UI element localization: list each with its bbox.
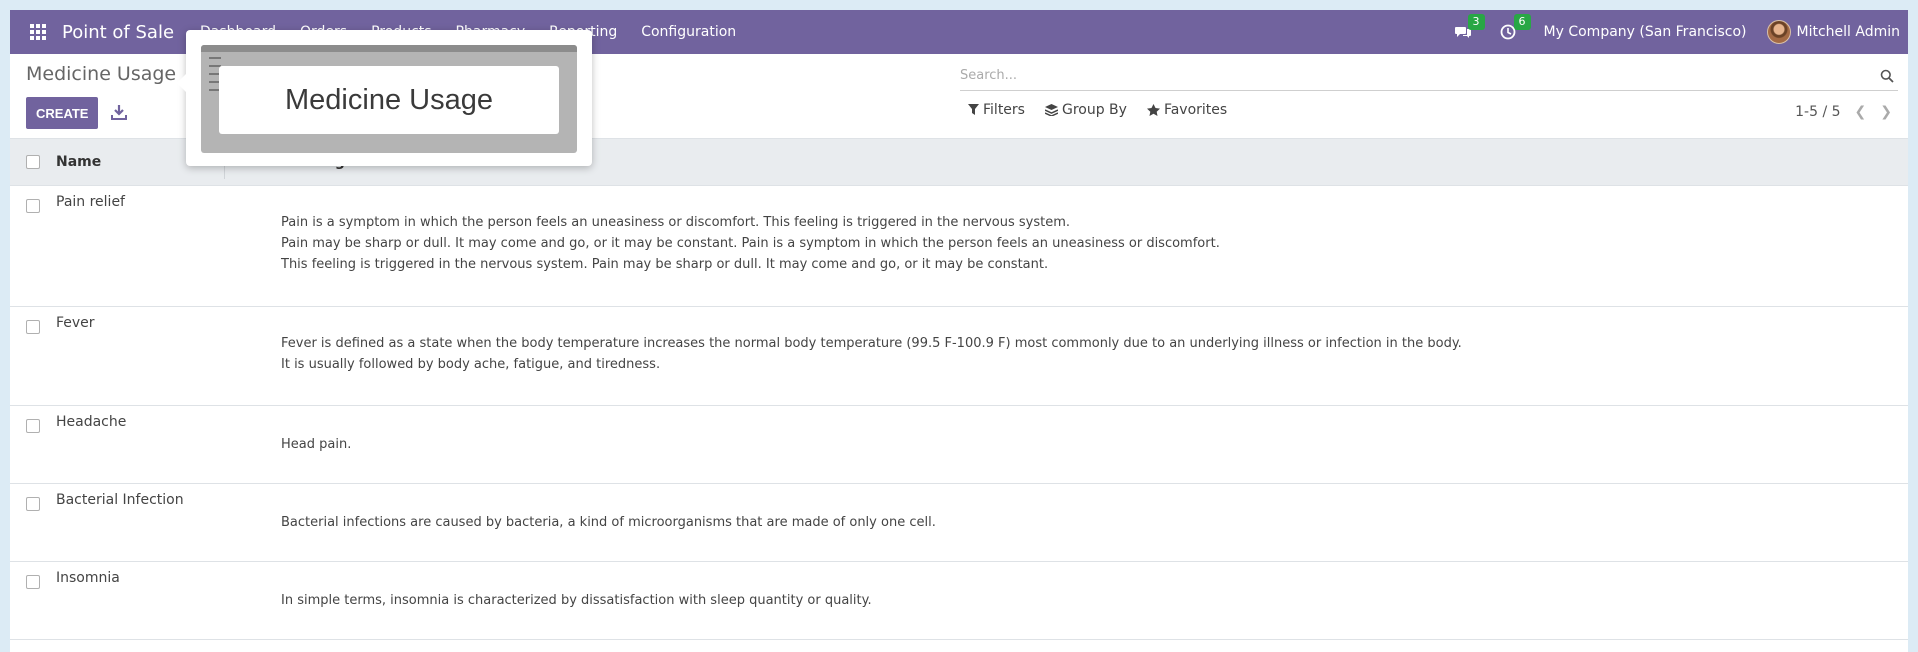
search-icon <box>1880 69 1894 83</box>
row-checkbox[interactable] <box>26 320 40 334</box>
preview-thumbnail[interactable]: Medicine Usage <box>201 45 577 153</box>
table-row[interactable]: Insomnia In simple terms, insomnia is ch… <box>10 562 1908 640</box>
create-button[interactable]: CREATE <box>26 97 99 129</box>
activities-count-badge: 6 <box>1513 14 1531 30</box>
row-name: Insomnia <box>56 570 120 586</box>
activities-button[interactable]: 6 <box>1500 14 1531 40</box>
row-name: Bacterial Infection <box>56 492 184 508</box>
grid-icon <box>30 24 46 40</box>
group-by-label: Group By <box>1061 102 1127 118</box>
avatar <box>1766 20 1791 44</box>
company-switcher[interactable]: My Company (San Francisco) <box>1544 24 1747 40</box>
filter-icon <box>968 104 979 115</box>
download-icon[interactable] <box>110 103 128 121</box>
table-row[interactable]: Bacterial Infection Bacterial infections… <box>10 484 1908 562</box>
usage-line: Bacterial infections are caused by bacte… <box>281 515 936 530</box>
search-input[interactable] <box>960 68 1876 83</box>
row-usage: Fever is defined as a state when the bod… <box>281 333 1462 375</box>
group-by-dropdown[interactable]: Group By <box>1044 102 1127 118</box>
star-icon <box>1146 104 1160 116</box>
row-usage: Head pain. <box>281 434 351 455</box>
usage-line: Pain is a symptom in which the person fe… <box>281 215 1071 230</box>
usage-line: Pain may be sharp or dull. It may come a… <box>281 236 1220 251</box>
user-name: Mitchell Admin <box>1796 24 1901 40</box>
preview-label: Medicine Usage <box>219 66 559 134</box>
search-options: Filters Group By Favorites <box>968 102 1247 118</box>
search-button[interactable] <box>1876 65 1898 87</box>
messages-count-badge: 3 <box>1467 14 1485 30</box>
usage-line: This feeling is triggered in the nervous… <box>281 257 1049 272</box>
usage-line: In simple terms, insomnia is characteriz… <box>281 593 872 608</box>
row-name: Headache <box>56 414 127 430</box>
systray: 3 6 My Company (San Francisco) Mitchell … <box>1454 10 1908 54</box>
row-usage: Bacterial infections are caused by bacte… <box>281 512 936 533</box>
row-name: Pain relief <box>56 194 125 210</box>
search-bar <box>960 61 1898 91</box>
list-table: Name Medicine Usage Pain relief Pain is … <box>10 138 1908 640</box>
filters-dropdown[interactable]: Filters <box>968 102 1025 118</box>
apps-menu-button[interactable] <box>20 10 56 54</box>
pager: 1-5 / 5 ❮ ❯ <box>1795 104 1892 120</box>
row-checkbox[interactable] <box>26 575 40 589</box>
row-checkbox[interactable] <box>26 199 40 213</box>
usage-line: Fever is defined as a state when the bod… <box>281 336 1462 351</box>
row-usage: In simple terms, insomnia is characteriz… <box>281 590 872 611</box>
messages-button[interactable]: 3 <box>1454 14 1485 40</box>
favorites-label: Favorites <box>1163 102 1228 118</box>
breadcrumb-title: Medicine Usage <box>26 63 177 85</box>
table-row[interactable]: Headache Head pain. <box>10 406 1908 484</box>
pager-previous-button[interactable]: ❮ <box>1855 104 1867 120</box>
menu-item-configuration[interactable]: Configuration <box>641 24 736 40</box>
usage-line: Head pain. <box>281 437 352 452</box>
pager-next-button[interactable]: ❯ <box>1880 104 1892 120</box>
row-checkbox[interactable] <box>26 419 40 433</box>
app-window: Point of Sale Dashboard Orders Products … <box>10 10 1908 652</box>
pager-value[interactable]: 1-5 / 5 <box>1795 104 1840 120</box>
layers-icon <box>1044 104 1058 116</box>
app-brand[interactable]: Point of Sale <box>62 22 174 43</box>
row-checkbox[interactable] <box>26 497 40 511</box>
usage-line: It is usually followed by body ache, fat… <box>281 357 661 372</box>
favorites-dropdown[interactable]: Favorites <box>1146 102 1228 118</box>
row-usage: Pain is a symptom in which the person fe… <box>281 212 1220 275</box>
table-row[interactable]: Fever Fever is defined as a state when t… <box>10 307 1908 406</box>
row-name: Fever <box>56 315 95 331</box>
breadcrumb-preview-popover: Medicine Usage <box>177 30 592 166</box>
table-row[interactable]: Pain relief Pain is a symptom in which t… <box>10 186 1908 307</box>
popover-arrow <box>177 74 186 92</box>
filters-label: Filters <box>983 102 1025 118</box>
user-menu[interactable]: Mitchell Admin <box>1766 20 1901 44</box>
select-all-checkbox[interactable] <box>26 155 40 169</box>
